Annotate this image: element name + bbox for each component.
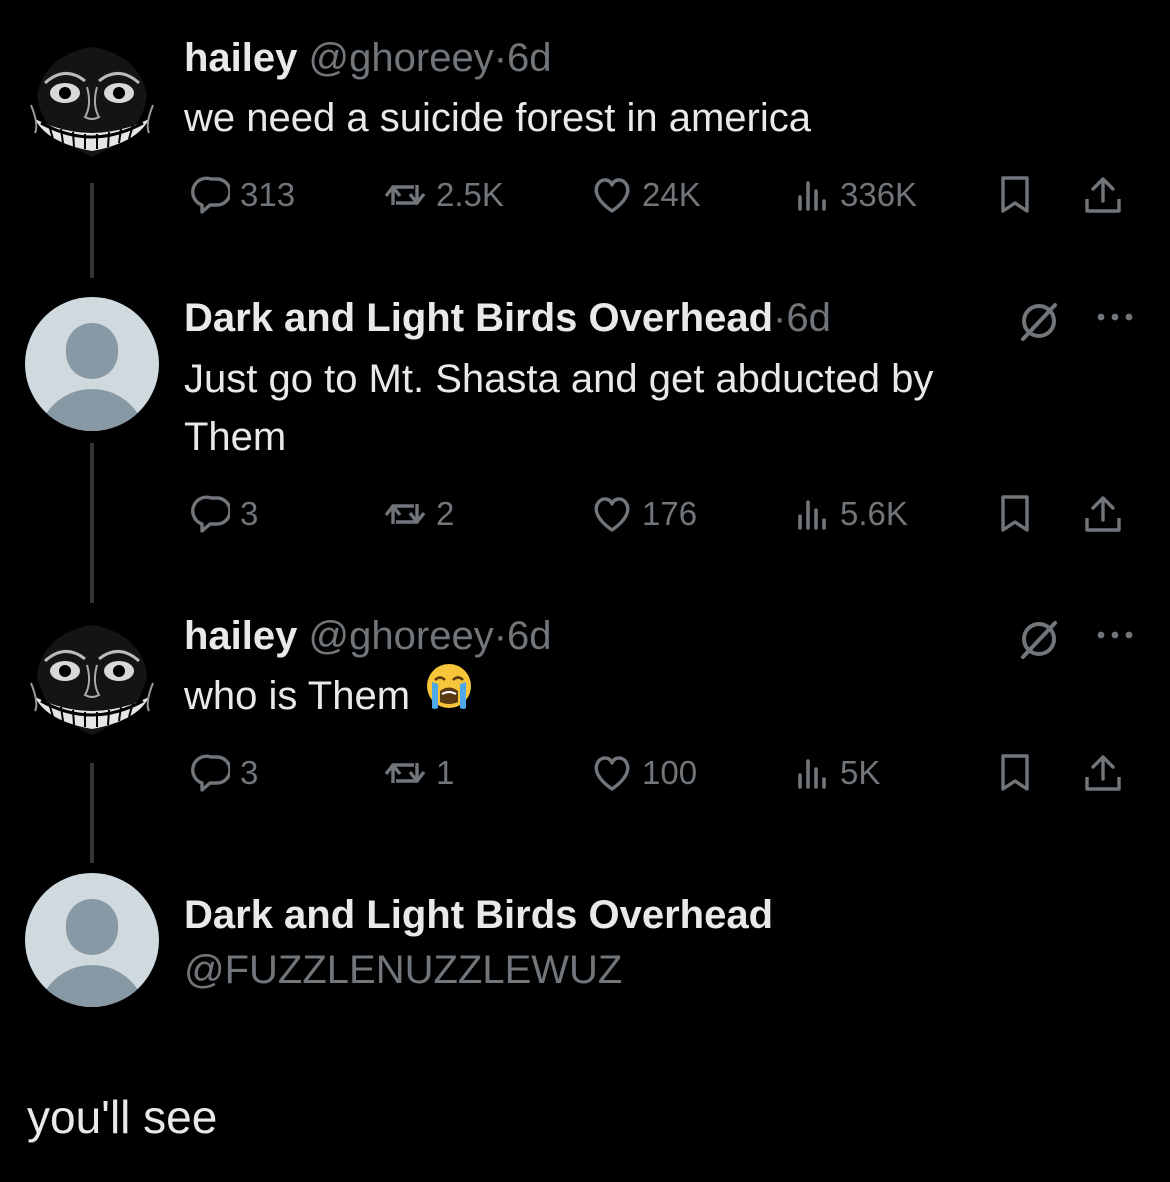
views-count: 336K xyxy=(840,176,918,213)
reply-icon xyxy=(191,176,230,214)
reply-icon xyxy=(191,754,230,792)
loudly-crying-face-icon xyxy=(427,664,472,710)
share-icon xyxy=(1085,755,1121,791)
author-name[interactable]: hailey xyxy=(184,36,297,80)
share-icon xyxy=(1085,177,1121,213)
avatar[interactable] xyxy=(25,873,159,1007)
views-button[interactable]: 336K xyxy=(794,170,917,220)
like-icon xyxy=(594,497,630,532)
author-name[interactable]: Dark and Light Birds Overhead xyxy=(184,296,773,340)
views-count: 5.6K xyxy=(840,495,908,532)
share-button[interactable] xyxy=(1084,170,1122,220)
separator-dot: · xyxy=(493,614,508,658)
like-icon xyxy=(594,756,630,791)
avatar[interactable] xyxy=(25,297,159,431)
thread-line xyxy=(90,183,94,278)
avatar-image xyxy=(25,35,159,169)
author-handle[interactable]: @FUZZLENUZZLEWUZ xyxy=(184,948,622,993)
repost-button[interactable]: 1 xyxy=(384,748,454,798)
grok-icon xyxy=(1021,303,1057,341)
avatar[interactable] xyxy=(25,613,159,747)
thread-line xyxy=(90,443,94,603)
author-handle[interactable]: @ghoreey xyxy=(309,36,494,80)
repost-count: 2.5K xyxy=(436,176,504,213)
repost-count: 1 xyxy=(436,754,455,791)
reply-button[interactable]: 3 xyxy=(190,748,258,798)
post-header: hailey @ghoreey·6d xyxy=(184,35,552,81)
separator-dot: · xyxy=(773,296,787,340)
action-bar: 3 1 100 5K xyxy=(184,748,1144,798)
post-header: hailey @ghoreey·6d xyxy=(184,613,552,659)
bookmark-button[interactable] xyxy=(997,170,1033,220)
repost-icon xyxy=(384,761,426,785)
like-button[interactable]: 24K xyxy=(592,170,701,220)
views-count: 5K xyxy=(840,754,881,791)
post-text: Just go to Mt. Shasta and get abducted b… xyxy=(184,357,934,459)
action-bar: 3 2 176 5.6K xyxy=(184,489,1144,539)
views-icon xyxy=(798,500,826,530)
grok-button[interactable] xyxy=(1018,618,1060,660)
bookmark-icon xyxy=(1001,176,1029,213)
reply-count: 3 xyxy=(240,754,259,791)
default-avatar-head xyxy=(66,899,118,955)
author-handle[interactable]: @ghoreey xyxy=(309,614,494,658)
default-avatar-head xyxy=(66,323,118,379)
grok-button[interactable] xyxy=(1018,300,1060,342)
reply-count: 3 xyxy=(240,495,259,532)
post-text-content: who is Them xyxy=(184,674,411,718)
avatar[interactable] xyxy=(25,35,159,169)
reply-button[interactable]: 3 xyxy=(190,489,258,539)
author-name[interactable]: hailey xyxy=(184,614,297,658)
timestamp[interactable]: 6d xyxy=(507,36,552,80)
bookmark-button[interactable] xyxy=(997,489,1033,539)
reply-button[interactable]: 313 xyxy=(190,170,295,220)
avatar-image xyxy=(25,613,159,747)
action-bar: 313 2.5K 24K 336K xyxy=(184,170,1144,220)
like-count: 100 xyxy=(642,754,698,791)
more-button[interactable] xyxy=(1094,624,1136,646)
default-avatar-body xyxy=(37,965,147,1007)
post-header: Dark and Light Birds Overhead·6d xyxy=(184,295,831,341)
author-name[interactable]: Dark and Light Birds Overhead xyxy=(184,893,773,938)
loudly-crying-face-emoji xyxy=(423,660,475,728)
post-text: you'll see xyxy=(27,1091,218,1143)
like-count: 176 xyxy=(642,495,698,532)
views-icon xyxy=(798,181,826,211)
repost-button[interactable]: 2 xyxy=(384,489,454,539)
post-text: who is Them xyxy=(184,664,1064,728)
separator-dot: · xyxy=(493,36,508,80)
views-button[interactable]: 5K xyxy=(794,748,880,798)
bookmark-icon xyxy=(1001,495,1029,532)
grok-icon xyxy=(1021,621,1057,659)
share-button[interactable] xyxy=(1084,489,1122,539)
like-button[interactable]: 100 xyxy=(592,748,697,798)
repost-icon xyxy=(384,183,426,207)
share-icon xyxy=(1085,496,1121,532)
thread-line xyxy=(90,763,94,863)
share-button[interactable] xyxy=(1084,748,1122,798)
post-text: we need a suicide forest in america xyxy=(184,96,811,140)
more-icon xyxy=(1097,631,1133,639)
repost-button[interactable]: 2.5K xyxy=(384,170,504,220)
views-icon xyxy=(798,759,826,789)
more-icon xyxy=(1097,313,1133,321)
reply-icon xyxy=(191,495,230,533)
like-button[interactable]: 176 xyxy=(592,489,697,539)
bookmark-button[interactable] xyxy=(997,748,1033,798)
like-count: 24K xyxy=(642,176,701,213)
repost-count: 2 xyxy=(436,495,455,532)
like-icon xyxy=(594,178,630,213)
default-avatar-body xyxy=(37,389,147,431)
timestamp[interactable]: 6d xyxy=(507,614,552,658)
repost-icon xyxy=(384,502,426,526)
reply-count: 313 xyxy=(240,176,296,213)
views-button[interactable]: 5.6K xyxy=(794,489,908,539)
bookmark-icon xyxy=(1001,754,1029,791)
timestamp[interactable]: 6d xyxy=(786,296,831,340)
more-button[interactable] xyxy=(1094,306,1136,328)
